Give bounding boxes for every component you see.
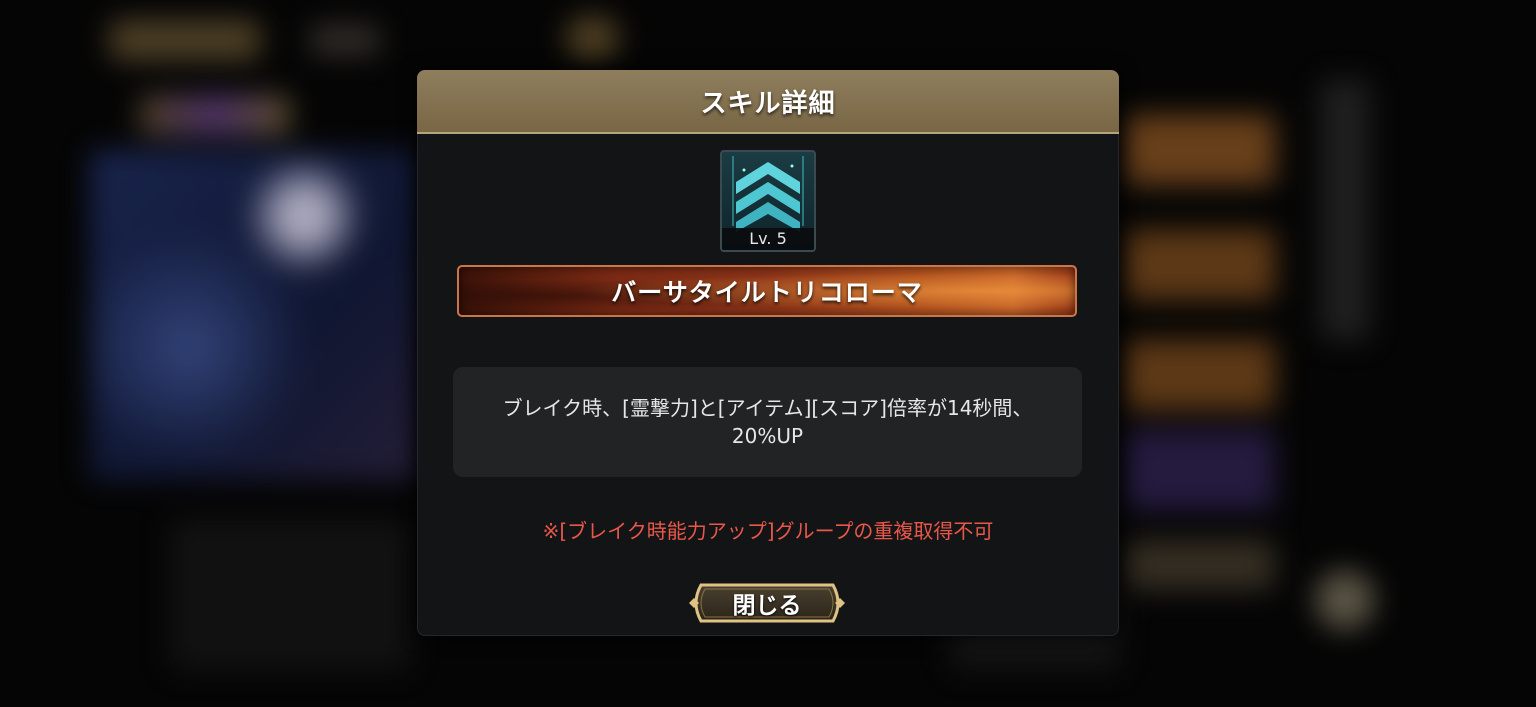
close-button[interactable]: 閉じる <box>687 581 847 625</box>
skill-description-line: ブレイク時、[霊撃力]と[アイテム][スコア]倍率が14秒間、 <box>502 396 1033 420</box>
close-button-label: 閉じる <box>732 593 802 619</box>
duplicate-warning-note: ※[ブレイク時能力アップ]グループの重複取得不可 <box>542 519 994 543</box>
dialog-header: スキル詳細 <box>417 70 1119 134</box>
skill-name-banner: バーサタイルトリコローマ <box>457 265 1077 317</box>
skill-description-line: 20%UP <box>731 424 804 448</box>
skill-name: バーサタイルトリコローマ <box>611 278 923 307</box>
skill-level-badge: Lv. 5 <box>722 228 814 250</box>
skill-icon: Lv. 5 <box>720 150 816 252</box>
skill-description-box: ブレイク時、[霊撃力]と[アイテム][スコア]倍率が14秒間、 20%UP <box>453 367 1082 477</box>
dialog-title: スキル詳細 <box>700 88 836 119</box>
skill-detail-dialog: スキル詳細 Lv. 5 バーサタイルトリコローマ ブレイク時、[霊撃力]と[アイ… <box>417 70 1119 636</box>
